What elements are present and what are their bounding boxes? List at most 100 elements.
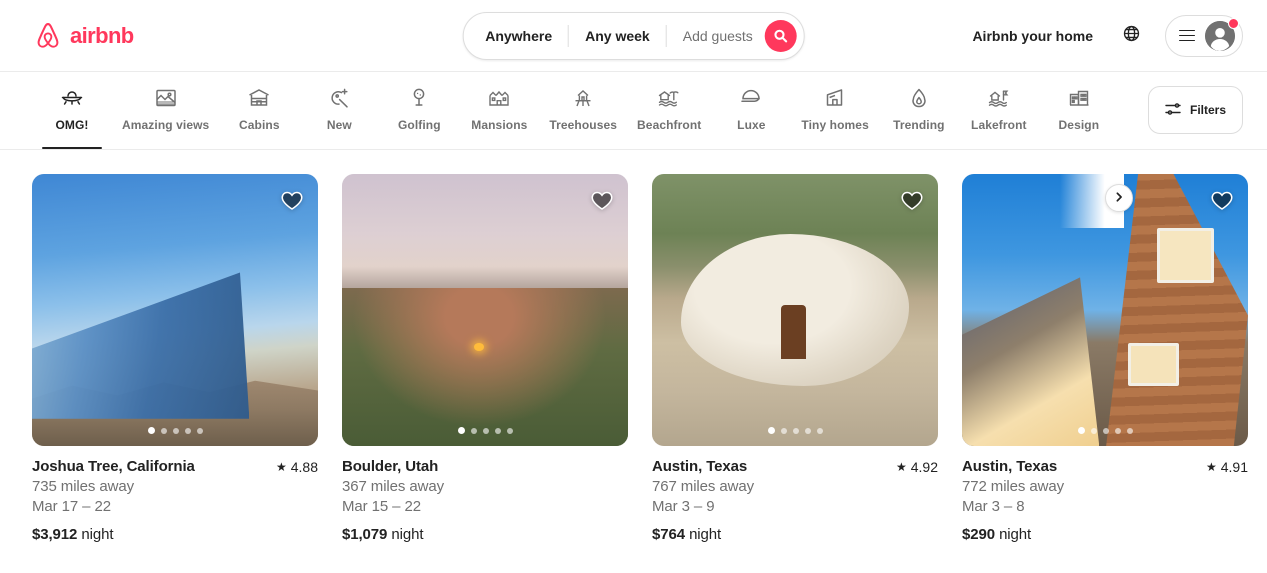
beachfront-icon — [657, 86, 681, 110]
listing-title: Austin, Texas — [962, 458, 1058, 475]
carousel-dot[interactable] — [1102, 427, 1109, 434]
price-amount: $764 — [652, 526, 685, 543]
category-treehouses[interactable]: Treehouses — [539, 80, 627, 144]
category-luxe[interactable]: Luxe — [711, 80, 791, 144]
category-cabins[interactable]: Cabins — [219, 80, 299, 144]
listing-price: $3,912 night — [32, 526, 318, 543]
language-globe-button[interactable] — [1111, 16, 1151, 56]
listing-rating: ★ 4.91 — [1206, 459, 1248, 475]
carousel-dot[interactable] — [172, 427, 179, 434]
carousel-dot[interactable] — [196, 427, 203, 434]
carousel-dot[interactable] — [792, 427, 799, 434]
category-label: Treehouses — [549, 118, 618, 132]
rating-value: 4.92 — [910, 459, 938, 475]
carousel-dot[interactable] — [482, 427, 489, 434]
listing-card[interactable]: Austin, Texas ★ 4.91 772 miles away Mar … — [962, 174, 1248, 543]
category-mansions[interactable]: Mansions — [459, 80, 539, 144]
category-design[interactable]: Design — [1039, 80, 1119, 144]
price-unit: night — [81, 526, 114, 543]
category-list[interactable]: OMG! Amazing views Cabins New Golfing Ma… — [32, 72, 1126, 150]
listing-photo-carousel[interactable] — [962, 174, 1248, 446]
category-lakefront[interactable]: Lakefront — [959, 80, 1039, 144]
airbnb-wordmark: airbnb — [70, 22, 134, 48]
carousel-dot[interactable] — [1090, 427, 1097, 434]
amazing-views-icon — [154, 86, 178, 110]
category-amazing-views[interactable]: Amazing views — [112, 80, 219, 144]
category-label: Amazing views — [122, 118, 210, 132]
listing-photo-carousel[interactable] — [32, 174, 318, 446]
user-account-menu[interactable] — [1165, 14, 1243, 57]
search-guests-button[interactable]: Add guests — [667, 13, 765, 59]
listing-title-row: Austin, Texas ★ 4.92 — [652, 458, 938, 475]
carousel-dot[interactable] — [184, 427, 191, 434]
listing-photo — [962, 174, 1248, 446]
price-amount: $3,912 — [32, 526, 78, 543]
category-label: Golfing — [397, 118, 441, 132]
listing-grid: Joshua Tree, California ★ 4.88 735 miles… — [0, 150, 1267, 543]
listing-photo-carousel[interactable] — [342, 174, 628, 446]
search-icon — [774, 29, 788, 43]
category-trending[interactable]: Trending — [879, 80, 959, 144]
carousel-dot[interactable] — [506, 427, 513, 434]
carousel-dot[interactable] — [1114, 427, 1121, 434]
category-golfing[interactable]: Golfing — [379, 80, 459, 144]
carousel-dot[interactable] — [457, 427, 465, 434]
carousel-dot[interactable] — [804, 427, 811, 434]
notification-badge — [1228, 17, 1239, 29]
chevron-right-icon — [1114, 189, 1124, 207]
heart-icon[interactable] — [590, 188, 614, 212]
category-label: OMG! — [55, 118, 89, 132]
listing-photo — [652, 174, 938, 446]
category-new[interactable]: New — [299, 80, 379, 144]
listing-title-row: Austin, Texas ★ 4.91 — [962, 458, 1248, 475]
carousel-dot[interactable] — [1077, 427, 1085, 434]
listing-photo-carousel[interactable] — [652, 174, 938, 446]
mansion-icon — [487, 86, 511, 110]
listing-card[interactable]: Joshua Tree, California ★ 4.88 735 miles… — [32, 174, 318, 543]
carousel-dot[interactable] — [494, 427, 501, 434]
listing-photo — [342, 174, 628, 446]
category-next-button[interactable] — [1105, 184, 1133, 212]
category-tiny-homes[interactable]: Tiny homes — [791, 80, 878, 144]
listing-card[interactable]: Boulder, Utah 367 miles away Mar 15 – 22… — [342, 174, 628, 543]
carousel-dot[interactable] — [780, 427, 787, 434]
price-unit: night — [689, 526, 722, 543]
heart-icon[interactable] — [1210, 188, 1234, 212]
carousel-dot[interactable] — [816, 427, 823, 434]
carousel-dots[interactable] — [342, 427, 628, 434]
airbnb-logo-icon — [32, 20, 64, 52]
heart-icon[interactable] — [280, 188, 304, 212]
search-location-button[interactable]: Anywhere — [463, 13, 568, 59]
airbnb-your-home-link[interactable]: Airbnb your home — [958, 16, 1107, 56]
flame-icon — [907, 86, 931, 110]
photo-highlight — [473, 342, 484, 351]
site-header: airbnb Anywhere Any week Add guests Airb… — [0, 0, 1267, 72]
category-label: Beachfront — [637, 118, 702, 132]
heart-icon[interactable] — [900, 188, 924, 212]
listing-dates: Mar 3 – 9 — [652, 498, 715, 515]
filters-button[interactable]: Filters — [1147, 86, 1243, 134]
rating-value: 4.88 — [290, 459, 318, 475]
carousel-dots[interactable] — [962, 427, 1248, 434]
carousel-dot[interactable] — [147, 427, 155, 434]
listing-title: Boulder, Utah — [342, 458, 439, 475]
category-omg[interactable]: OMG! — [32, 80, 112, 149]
search-dates-button[interactable]: Any week — [569, 13, 666, 59]
luxe-icon — [739, 86, 763, 110]
category-label: Luxe — [737, 118, 766, 132]
search-submit-button[interactable] — [764, 19, 797, 52]
listing-dates: Mar 3 – 8 — [962, 498, 1025, 515]
ufo-icon — [60, 86, 84, 110]
carousel-dot[interactable] — [470, 427, 477, 434]
avatar — [1205, 17, 1239, 51]
carousel-dot[interactable] — [160, 427, 167, 434]
search-bar[interactable]: Anywhere Any week Add guests — [462, 11, 805, 60]
category-label: Design — [1058, 118, 1100, 132]
carousel-dot[interactable] — [767, 427, 775, 434]
category-beachfront[interactable]: Beachfront — [627, 80, 711, 144]
carousel-dot[interactable] — [1126, 427, 1133, 434]
listing-card[interactable]: Austin, Texas ★ 4.92 767 miles away Mar … — [652, 174, 938, 543]
carousel-dots[interactable] — [652, 427, 938, 434]
airbnb-logo[interactable]: airbnb — [32, 20, 134, 52]
carousel-dots[interactable] — [32, 427, 318, 434]
